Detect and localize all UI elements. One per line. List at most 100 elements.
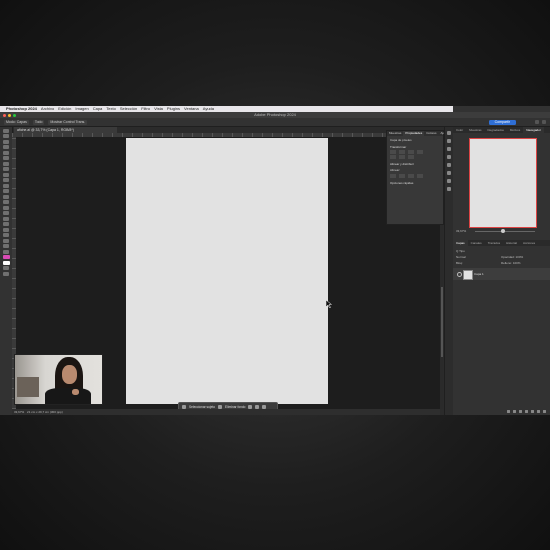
hand-tool-icon[interactable] xyxy=(3,238,9,243)
eraser-tool-icon[interactable] xyxy=(3,194,9,199)
navigator-thumbnail[interactable] xyxy=(469,138,537,228)
navigator-panel xyxy=(453,133,550,228)
presenter-face xyxy=(62,365,77,384)
clone-stamp-tool-icon[interactable] xyxy=(3,183,9,188)
layers-footer xyxy=(453,407,550,415)
dodge-tool-icon[interactable] xyxy=(3,211,9,215)
history-brush-tool-icon[interactable] xyxy=(3,189,9,193)
transform-controls-checkbox[interactable]: Mostrar Control Trans. xyxy=(48,119,88,125)
workspace-icon[interactable] xyxy=(542,120,546,124)
more-tools-icon[interactable] xyxy=(3,249,9,254)
type-tool-icon[interactable] xyxy=(3,222,9,226)
foreground-color-swatch[interactable] xyxy=(2,255,10,259)
properties-icon[interactable] xyxy=(447,139,451,143)
quick-mask-icon[interactable] xyxy=(3,266,9,270)
tab-trazados[interactable]: Trazados xyxy=(485,240,503,246)
minimize-window-icon[interactable] xyxy=(8,113,11,117)
search-icon[interactable] xyxy=(535,120,539,124)
x-field[interactable] xyxy=(408,150,414,154)
options-bar: Modo: Capas Todo Mostrar Control Trans. … xyxy=(0,118,550,127)
sample-select[interactable]: Todo xyxy=(32,119,45,125)
status-zoom[interactable]: 33,67% xyxy=(14,410,24,414)
options-right-icons xyxy=(535,120,546,124)
align-center-icon[interactable] xyxy=(399,174,405,178)
zoom-tool-icon[interactable] xyxy=(3,244,9,248)
right-panels: Color Muestras Degradados Motivos Navega… xyxy=(453,127,550,415)
pen-tool-icon[interactable] xyxy=(3,216,9,221)
width-field[interactable] xyxy=(390,150,396,154)
blur-tool-icon[interactable] xyxy=(3,205,9,210)
close-window-icon[interactable] xyxy=(3,113,6,117)
layer-row[interactable]: Capa 1 xyxy=(453,268,550,280)
brush-settings-icon[interactable] xyxy=(447,163,451,167)
healing-brush-tool-icon[interactable] xyxy=(3,172,9,177)
layer-filter[interactable]: Q Tipo xyxy=(456,249,465,253)
share-button[interactable]: Compartir xyxy=(488,119,516,125)
paragraph-icon[interactable] xyxy=(447,179,451,183)
status-dimensions[interactable]: 21 cm x 29,7 cm (300 ppp) xyxy=(27,410,63,414)
fill-field[interactable]: Relleno: 100% xyxy=(501,261,521,265)
crop-tool-icon[interactable] xyxy=(3,156,9,160)
add-mask-icon[interactable] xyxy=(519,409,522,413)
brush-tool-icon[interactable] xyxy=(3,178,9,182)
layer-thumbnail[interactable] xyxy=(463,270,473,280)
marquee-tool-icon[interactable] xyxy=(3,139,9,144)
tool-mode-select[interactable]: Modo: Capas xyxy=(4,119,29,125)
link-layers-icon[interactable] xyxy=(507,409,510,413)
align-right-icon[interactable] xyxy=(408,174,414,178)
zoom-slider-knob[interactable] xyxy=(501,229,505,233)
new-layer-icon[interactable] xyxy=(537,409,540,413)
frame-tool-icon[interactable] xyxy=(3,161,9,166)
flip-h-icon[interactable] xyxy=(399,155,405,159)
webcam-shelf xyxy=(17,377,39,397)
visibility-eye-icon[interactable] xyxy=(457,272,462,277)
height-field[interactable] xyxy=(399,150,405,154)
background-color-swatch[interactable] xyxy=(2,260,10,265)
layer-style-icon[interactable] xyxy=(513,409,516,413)
scrollbar-thumb[interactable] xyxy=(440,287,443,357)
character-icon[interactable] xyxy=(447,171,451,175)
section-align[interactable]: Alinear y distribuir xyxy=(390,162,440,166)
path-select-tool-icon[interactable] xyxy=(3,227,9,232)
rectangle-tool-icon[interactable] xyxy=(3,233,9,237)
screen-mode-icon[interactable] xyxy=(3,271,9,276)
tab-canales[interactable]: Canales xyxy=(468,240,485,246)
section-quick-actions[interactable]: Opciones rápidas xyxy=(390,181,440,185)
new-group-icon[interactable] xyxy=(531,409,534,413)
adjustment-layer-icon[interactable] xyxy=(525,409,528,413)
navigator-zoom-value[interactable]: 33,67% xyxy=(456,229,466,233)
adjustments-icon[interactable] xyxy=(447,147,451,151)
y-field[interactable] xyxy=(417,150,423,154)
section-transform[interactable]: Transformar xyxy=(390,145,440,149)
tab-muestras[interactable]: Muestras xyxy=(387,131,403,136)
presenter-hand xyxy=(72,389,79,395)
angle-field[interactable] xyxy=(390,155,396,159)
align-left-icon[interactable] xyxy=(390,174,396,178)
align-top-icon[interactable] xyxy=(417,174,423,178)
history-icon[interactable] xyxy=(447,131,451,135)
flip-v-icon[interactable] xyxy=(408,155,414,159)
libraries-icon[interactable] xyxy=(447,155,451,159)
delete-layer-icon[interactable] xyxy=(543,409,546,413)
blend-mode-select[interactable]: Normal xyxy=(456,255,466,259)
tab-historial[interactable]: Historial xyxy=(503,240,520,246)
gradient-tool-icon[interactable] xyxy=(3,200,9,204)
eyedropper-tool-icon[interactable] xyxy=(3,167,9,171)
lasso-tool-icon[interactable] xyxy=(3,145,9,149)
align-buttons xyxy=(390,174,440,178)
tab-propiedades[interactable]: Propiedades xyxy=(403,131,425,136)
window-title: Adobe Photoshop 2024 xyxy=(254,112,296,117)
object-select-tool-icon[interactable] xyxy=(3,150,9,155)
move-tool-icon[interactable] xyxy=(3,128,9,133)
glyphs-icon[interactable] xyxy=(447,187,451,191)
opacity-field[interactable]: Opacidad: 100% xyxy=(501,255,523,259)
layer-name[interactable]: Capa 1 xyxy=(474,272,484,276)
navigator-zoom-slider[interactable] xyxy=(475,230,535,232)
tab-capas[interactable]: Capas xyxy=(453,240,468,246)
zoom-window-icon[interactable] xyxy=(13,113,16,117)
artboard-tool-icon[interactable] xyxy=(3,134,9,138)
tab-acciones[interactable]: Acciones xyxy=(520,240,538,246)
layers-tabs: Capas Canales Trazados Historial Accione… xyxy=(453,240,550,246)
document-canvas[interactable] xyxy=(126,138,328,404)
tab-colores[interactable]: Colores xyxy=(424,131,438,136)
